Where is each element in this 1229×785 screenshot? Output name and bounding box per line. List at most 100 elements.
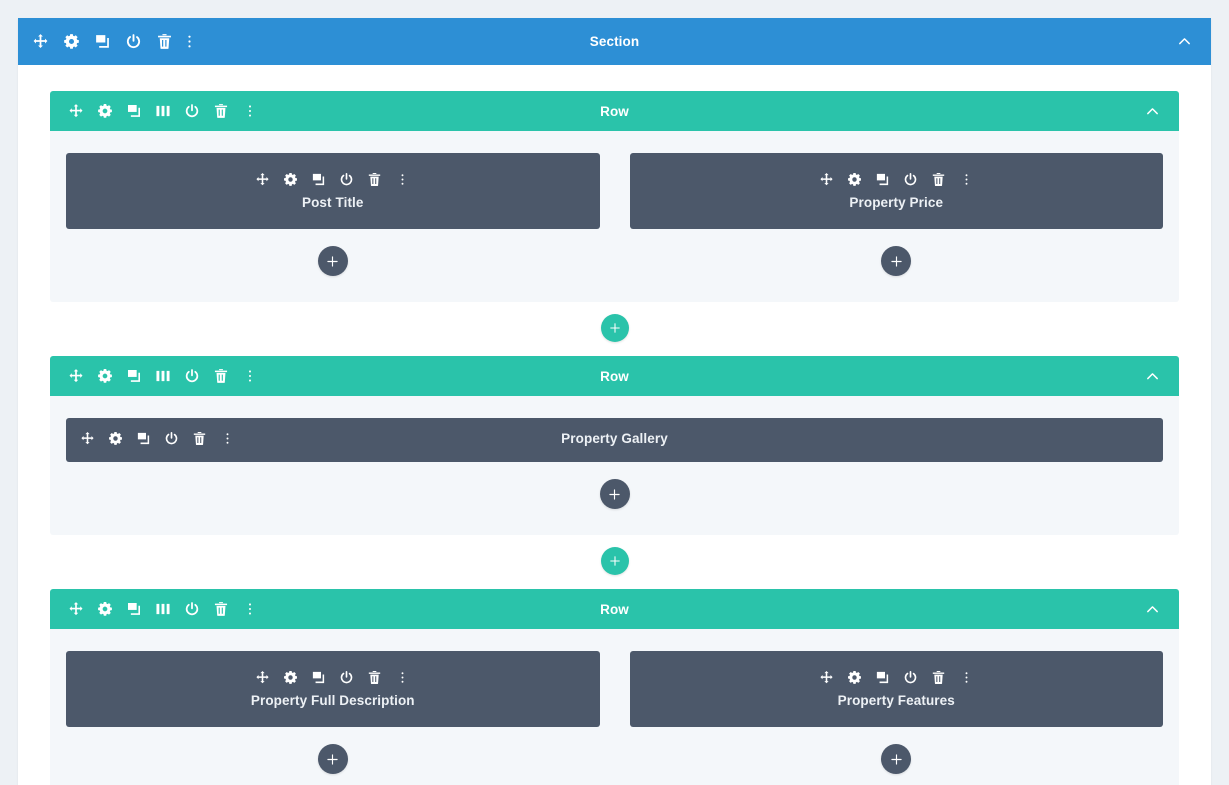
power-icon[interactable] [184, 601, 200, 617]
duplicate-icon[interactable] [311, 670, 326, 685]
move-icon[interactable] [819, 172, 834, 187]
move-icon[interactable] [68, 368, 84, 384]
gear-icon[interactable] [63, 33, 80, 50]
duplicate-icon[interactable] [136, 431, 151, 446]
move-icon[interactable] [32, 33, 49, 50]
module-label: Post Title [301, 195, 364, 210]
module-toolbar [255, 670, 410, 685]
module-block[interactable]: Post Title [66, 153, 600, 229]
more-vertical-icon[interactable] [242, 368, 258, 384]
row-block: Row [50, 589, 1179, 785]
more-vertical-icon[interactable] [395, 670, 410, 685]
power-icon[interactable] [903, 670, 918, 685]
move-icon[interactable] [255, 172, 270, 187]
column: Post Title [66, 153, 600, 276]
add-module-button[interactable] [317, 744, 348, 774]
row-header[interactable]: Row [50, 589, 1179, 629]
gear-icon[interactable] [97, 368, 113, 384]
trash-icon[interactable] [367, 172, 382, 187]
column: Property Features [629, 651, 1163, 774]
add-row-button[interactable] [600, 547, 629, 575]
more-vertical-icon[interactable] [395, 172, 410, 187]
duplicate-icon[interactable] [94, 33, 111, 50]
add-module-slot [66, 727, 600, 774]
duplicate-icon[interactable] [311, 172, 326, 187]
row-collapse-button[interactable] [1141, 598, 1163, 620]
row-block: Row [50, 91, 1179, 302]
gear-icon[interactable] [283, 670, 298, 685]
module-block[interactable]: Property Full Description [66, 651, 600, 727]
move-icon[interactable] [68, 601, 84, 617]
module-block[interactable]: Property Features [629, 651, 1163, 727]
more-vertical-icon[interactable] [242, 601, 258, 617]
columns-icon[interactable] [155, 103, 171, 119]
module-toolbar [819, 670, 974, 685]
columns-icon[interactable] [155, 368, 171, 384]
row-block: Row [50, 356, 1179, 535]
module-block[interactable]: Property Price [629, 153, 1163, 229]
add-row-slot [18, 302, 1211, 356]
add-row-button[interactable] [600, 314, 629, 342]
trash-icon[interactable] [367, 670, 382, 685]
power-icon[interactable] [339, 670, 354, 685]
move-icon[interactable] [819, 670, 834, 685]
power-icon[interactable] [125, 33, 142, 50]
duplicate-icon[interactable] [126, 601, 142, 617]
move-icon[interactable] [255, 670, 270, 685]
trash-icon[interactable] [156, 33, 173, 50]
trash-icon[interactable] [213, 601, 229, 617]
move-icon[interactable] [80, 431, 95, 446]
section-body: Row Post Title Property Price Row Proper… [18, 65, 1211, 785]
power-icon[interactable] [903, 172, 918, 187]
add-module-slot [66, 462, 1163, 509]
column: Property Full Description [66, 651, 600, 774]
gear-icon[interactable] [108, 431, 123, 446]
power-icon[interactable] [164, 431, 179, 446]
more-vertical-icon[interactable] [220, 431, 235, 446]
add-module-button[interactable] [881, 246, 912, 276]
row-body: Property Full Description Property Featu… [50, 629, 1179, 785]
section-collapse-button[interactable] [1173, 31, 1195, 53]
columns-icon[interactable] [155, 601, 171, 617]
gear-icon[interactable] [283, 172, 298, 187]
module-toolbar [80, 431, 235, 446]
gear-icon[interactable] [847, 172, 862, 187]
power-icon[interactable] [339, 172, 354, 187]
section-toolbar [32, 33, 192, 50]
column: Property Gallery [66, 418, 1163, 509]
move-icon[interactable] [68, 103, 84, 119]
trash-icon[interactable] [931, 172, 946, 187]
module-toolbar [819, 172, 974, 187]
power-icon[interactable] [184, 368, 200, 384]
more-vertical-icon[interactable] [242, 103, 258, 119]
section-header[interactable]: Section [18, 18, 1211, 65]
section-title: Section [589, 34, 640, 49]
duplicate-icon[interactable] [126, 368, 142, 384]
duplicate-icon[interactable] [875, 172, 890, 187]
gear-icon[interactable] [97, 103, 113, 119]
gear-icon[interactable] [847, 670, 862, 685]
trash-icon[interactable] [931, 670, 946, 685]
row-header[interactable]: Row [50, 91, 1179, 131]
row-columns: Post Title Property Price [66, 153, 1163, 276]
builder-canvas: Section Row Post Title Property Price Ro… [0, 0, 1229, 785]
more-vertical-icon[interactable] [959, 172, 974, 187]
trash-icon[interactable] [192, 431, 207, 446]
add-module-button[interactable] [599, 479, 630, 509]
duplicate-icon[interactable] [875, 670, 890, 685]
section-block: Section Row Post Title Property Price Ro… [18, 18, 1211, 785]
add-module-button[interactable] [317, 246, 348, 276]
duplicate-icon[interactable] [126, 103, 142, 119]
trash-icon[interactable] [213, 368, 229, 384]
add-module-button[interactable] [881, 744, 912, 774]
trash-icon[interactable] [213, 103, 229, 119]
power-icon[interactable] [184, 103, 200, 119]
gear-icon[interactable] [97, 601, 113, 617]
add-row-slot [18, 535, 1211, 589]
module-block[interactable]: Property Gallery [66, 418, 1163, 462]
row-header[interactable]: Row [50, 356, 1179, 396]
more-vertical-icon[interactable] [187, 33, 192, 50]
row-collapse-button[interactable] [1141, 365, 1163, 387]
row-collapse-button[interactable] [1141, 100, 1163, 122]
more-vertical-icon[interactable] [959, 670, 974, 685]
